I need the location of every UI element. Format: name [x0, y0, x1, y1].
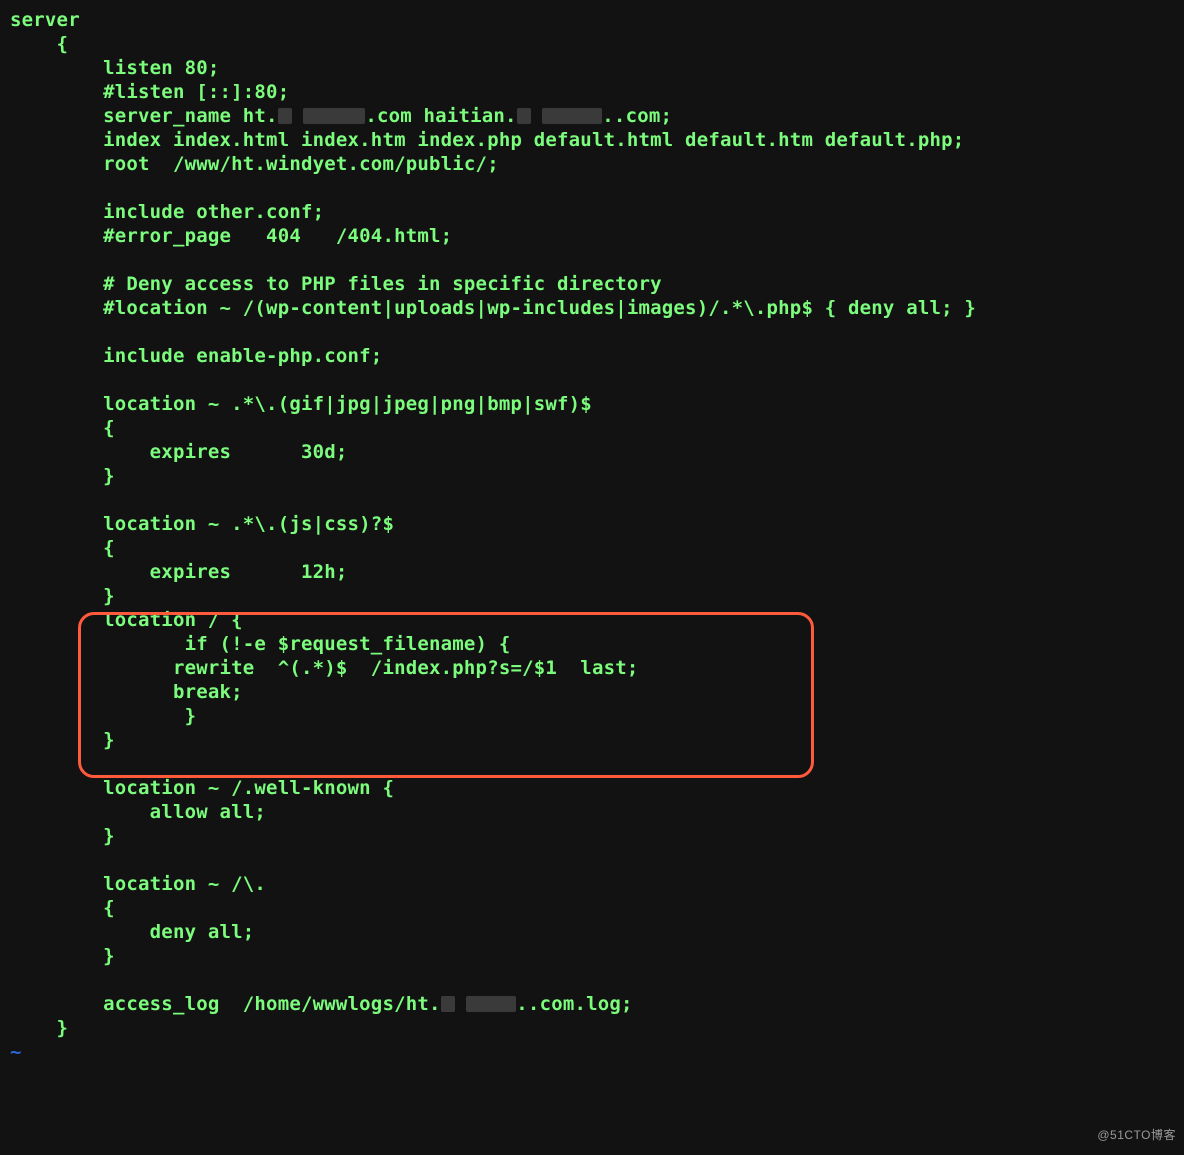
- code-line: location ~ /.well-known {: [10, 777, 394, 799]
- code-line: location ~ .*\.(gif|jpg|jpeg|png|bmp|swf…: [10, 393, 592, 415]
- code-line: {: [10, 897, 115, 919]
- code-line: # Deny access to PHP files in specific d…: [10, 273, 662, 295]
- code-line: }: [10, 825, 115, 847]
- redacted-text: [517, 108, 531, 124]
- code-line: }: [10, 705, 196, 727]
- code-line: }: [10, 585, 115, 607]
- redacted-text: [466, 996, 516, 1012]
- redacted-text: [278, 108, 292, 124]
- code-line: include other.conf;: [10, 201, 324, 223]
- code-line: location ~ .*\.(js|css)?$: [10, 513, 394, 535]
- code-line: }: [10, 1017, 68, 1039]
- code-line: break;: [10, 681, 243, 703]
- nginx-config-code: server { listen 80; #listen [::]:80; ser…: [0, 0, 1184, 1064]
- code-line: listen 80;: [10, 57, 220, 79]
- code-line: #error_page 404 /404.html;: [10, 225, 452, 247]
- redacted-text: [542, 108, 602, 124]
- code-line: expires 30d;: [10, 441, 348, 463]
- code-line: #listen [::]:80;: [10, 81, 289, 103]
- code-line: }: [10, 945, 115, 967]
- code-line: {: [10, 33, 68, 55]
- code-line: server_name ht. .com haitian. ..com;: [10, 105, 672, 127]
- redacted-text: [441, 996, 455, 1012]
- code-line: location / {: [10, 609, 243, 631]
- code-line: server: [10, 9, 80, 31]
- code-line: access_log /home/wwwlogs/ht. ..com.log;: [10, 993, 633, 1015]
- code-line: {: [10, 537, 115, 559]
- vim-tilde-line: ~: [10, 1041, 22, 1063]
- code-line: deny all;: [10, 921, 254, 943]
- code-line: if (!-e $request_filename) {: [10, 633, 510, 655]
- code-line: expires 12h;: [10, 561, 348, 583]
- code-line: root /www/ht.windyet.com/public/;: [10, 153, 499, 175]
- code-line: #location ~ /(wp-content|uploads|wp-incl…: [10, 297, 976, 319]
- redacted-text: [303, 108, 365, 124]
- code-line: location ~ /\.: [10, 873, 266, 895]
- code-line: }: [10, 465, 115, 487]
- code-line: }: [10, 729, 115, 751]
- code-line: allow all;: [10, 801, 266, 823]
- code-line: rewrite ^(.*)$ /index.php?s=/$1 last;: [10, 657, 639, 679]
- code-line: {: [10, 417, 115, 439]
- code-line: include enable-php.conf;: [10, 345, 382, 367]
- code-line: index index.html index.htm index.php def…: [10, 129, 964, 151]
- watermark-text: @51CTO博客: [1097, 1123, 1176, 1147]
